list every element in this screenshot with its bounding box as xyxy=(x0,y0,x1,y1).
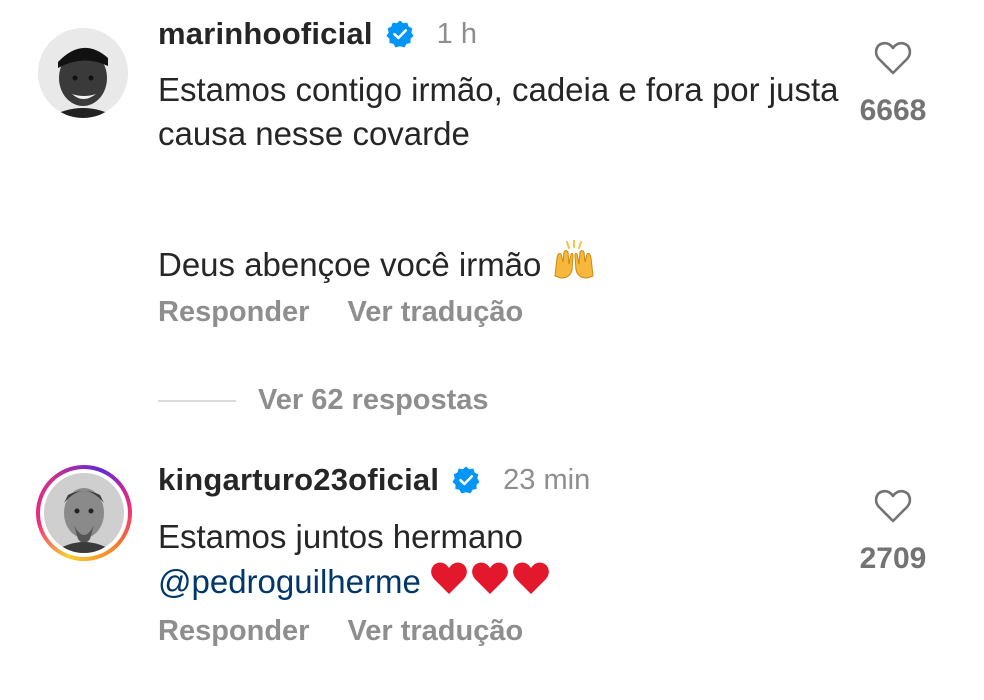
username[interactable]: kingarturo23oficial xyxy=(158,462,439,498)
heart-icon[interactable] xyxy=(874,40,912,76)
replies-divider-line xyxy=(158,399,236,402)
verified-badge-icon xyxy=(452,466,480,494)
avatar-photo xyxy=(38,28,128,118)
red-hearts-emoji-icon xyxy=(431,562,549,594)
avatar-photo xyxy=(44,473,124,553)
avatar[interactable] xyxy=(36,465,132,561)
username[interactable]: marinhooficial xyxy=(158,16,373,52)
avatar[interactable] xyxy=(38,28,128,118)
see-translation-button[interactable]: Ver tradução xyxy=(347,296,523,329)
like-column: 6668 xyxy=(848,40,938,128)
avatar-story-ring xyxy=(40,469,128,557)
comment-text: Estamos contigo irmão, cadeia e fora por… xyxy=(158,71,839,152)
comment-header: marinhooficial 1 h xyxy=(158,14,477,54)
view-replies-button[interactable]: Ver 62 respostas xyxy=(158,384,489,417)
verified-badge-icon xyxy=(386,20,414,48)
comment-text-line: Deus abençoe você irmão xyxy=(158,246,542,283)
like-column: 2709 xyxy=(848,488,938,576)
comment-actions: Responder Ver tradução xyxy=(158,296,523,329)
view-replies-label: Ver 62 respostas xyxy=(258,384,489,416)
comment-time: 1 h xyxy=(436,17,477,50)
comment-text: Estamos juntos hermano xyxy=(158,518,524,555)
mention-link[interactable]: @pedroguilherme xyxy=(158,563,421,600)
like-count: 2709 xyxy=(859,542,927,575)
comment-item: marinhooficial 1 h Estamos contigo irmão… xyxy=(0,0,984,350)
comment-actions: Responder Ver tradução xyxy=(158,615,523,648)
comment-text-block: Estamos juntos hermano @pedroguilherme xyxy=(158,515,848,604)
raising-hands-emoji-icon xyxy=(554,240,594,279)
reply-button[interactable]: Responder xyxy=(158,615,309,648)
comments-list: marinhooficial 1 h Estamos contigo irmão… xyxy=(0,0,984,700)
avatar-image xyxy=(44,473,124,553)
reply-button[interactable]: Responder xyxy=(158,296,309,329)
like-count: 6668 xyxy=(859,94,927,127)
heart-icon[interactable] xyxy=(874,488,912,524)
comment-header: kingarturo23oficial 23 min xyxy=(158,460,590,500)
comment-time: 23 min xyxy=(503,463,591,496)
comment-mention-line: @pedroguilherme xyxy=(158,559,848,604)
comment-item: kingarturo23oficial 23 min Estamos junto… xyxy=(0,455,984,700)
comment-text-secondary: Deus abençoe você irmão xyxy=(158,240,848,287)
see-translation-button[interactable]: Ver tradução xyxy=(347,615,523,648)
